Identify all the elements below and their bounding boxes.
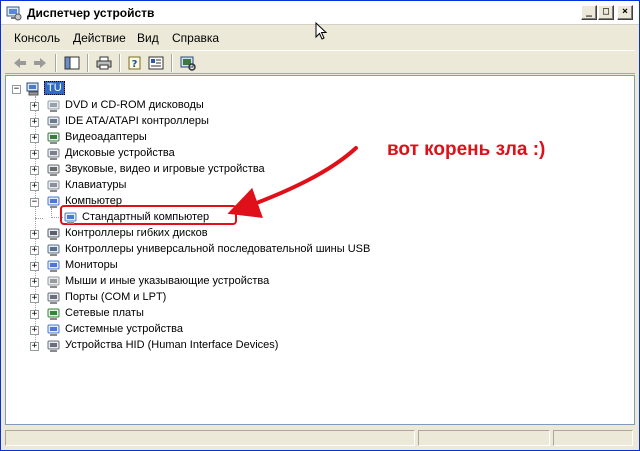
mouse-icon xyxy=(46,274,62,290)
tree-node-label: Порты (COM и LPT) xyxy=(65,291,167,303)
toolbar-separator xyxy=(55,54,57,72)
show-hide-tree-icon[interactable] xyxy=(63,55,81,71)
usb-icon xyxy=(46,242,62,258)
toolbar-separator xyxy=(119,54,121,72)
status-bar xyxy=(5,428,635,448)
tree-child-node[interactable]: Стандартный компьютер xyxy=(63,210,443,226)
status-cell xyxy=(553,430,633,446)
print-icon[interactable] xyxy=(95,55,113,71)
device-tree-panel[interactable]: − TU + DVD и CD-ROM дисководы + IDE ATA/ATA… xyxy=(5,75,635,425)
computer-icon xyxy=(63,210,79,226)
tree-node-label: Сетевые платы xyxy=(65,307,144,319)
tree-node[interactable]: Мыши и иные указывающие устройства xyxy=(46,274,426,290)
tree-node[interactable]: Видеоадаптеры xyxy=(46,130,426,146)
tree-expander[interactable]: + xyxy=(30,150,39,159)
device-manager-icon xyxy=(6,5,22,21)
mouse-cursor-icon xyxy=(315,22,328,40)
tree-node[interactable]: Мониторы xyxy=(46,258,426,274)
annotation-text: вот корень зла :) xyxy=(387,139,546,160)
device-manager-window: Диспетчер устройств _ □ × Консоль Действ… xyxy=(0,0,640,451)
menu-view[interactable]: Вид xyxy=(137,31,159,45)
tree-node[interactable]: Устройства HID (Human Interface Devices) xyxy=(46,338,426,354)
cdrom-icon xyxy=(46,98,62,114)
port-icon xyxy=(46,290,62,306)
tree-expander[interactable]: + xyxy=(30,294,39,303)
tree-connector xyxy=(35,218,43,219)
status-cell xyxy=(418,430,550,446)
forward-icon[interactable] xyxy=(31,55,49,71)
properties-icon[interactable] xyxy=(147,55,165,71)
tree-root-label: TU xyxy=(44,81,65,95)
monitor-icon xyxy=(46,258,62,274)
tree-node[interactable]: Контроллеры универсальной последовательн… xyxy=(46,242,426,258)
hid-icon xyxy=(46,338,62,354)
tree-node[interactable]: IDE ATA/ATAPI контроллеры xyxy=(46,114,426,130)
tree-node[interactable]: Контроллеры гибких дисков xyxy=(46,226,426,242)
tree-node-label: Системные устройства xyxy=(65,323,184,335)
computer-icon xyxy=(46,194,62,210)
tree-node[interactable]: Системные устройства xyxy=(46,322,426,338)
tree-node-label: Дисковые устройства xyxy=(65,147,175,159)
tree-expander[interactable]: + xyxy=(30,166,39,175)
sound-icon xyxy=(46,162,62,178)
display-adapter-icon xyxy=(46,130,62,146)
tree-node-label: Контроллеры универсальной последовательн… xyxy=(65,243,371,255)
keyboard-icon xyxy=(46,178,62,194)
tree-expander[interactable]: + xyxy=(30,102,39,111)
tree-node[interactable]: DVD и CD-ROM дисководы xyxy=(46,98,426,114)
help-properties-icon[interactable]: ? xyxy=(126,55,144,71)
tree-node[interactable]: Звуковые, видео и игровые устройства xyxy=(46,162,426,178)
tree-node-label: Устройства HID (Human Interface Devices) xyxy=(65,339,279,351)
tree-node-label: DVD и CD-ROM дисководы xyxy=(65,99,204,111)
menu-help[interactable]: Справка xyxy=(172,31,219,45)
tree-expander[interactable]: + xyxy=(30,342,39,351)
tree-expander[interactable]: − xyxy=(30,198,39,207)
tree-node[interactable]: Клавиатуры xyxy=(46,178,426,194)
toolbar-separator xyxy=(87,54,89,72)
back-icon[interactable] xyxy=(11,55,29,71)
root-expander[interactable]: − xyxy=(12,85,21,94)
toolbar: ? xyxy=(5,50,635,74)
tree-node-label: Видеоадаптеры xyxy=(65,131,147,143)
system-device-icon xyxy=(46,322,62,338)
tree-node-label: Мыши и иные указывающие устройства xyxy=(65,275,270,287)
menu-action[interactable]: Действие xyxy=(73,31,126,45)
tree-root-node[interactable]: TU xyxy=(26,81,86,97)
tree-node-label: Звуковые, видео и игровые устройства xyxy=(65,163,265,175)
tree-expander[interactable]: + xyxy=(30,230,39,239)
tree-expander[interactable]: + xyxy=(30,326,39,335)
tree-expander[interactable]: + xyxy=(30,118,39,127)
tree-node-label: Компьютер xyxy=(65,195,122,207)
scan-hardware-icon[interactable] xyxy=(179,55,197,71)
tree-node[interactable]: Дисковые устройства xyxy=(46,146,426,162)
close-button[interactable]: × xyxy=(617,5,633,20)
tree-expander[interactable]: + xyxy=(30,310,39,319)
tree-expander[interactable]: + xyxy=(30,278,39,287)
tree-node[interactable]: Сетевые платы xyxy=(46,306,426,322)
maximize-button[interactable]: □ xyxy=(598,5,614,20)
computer-icon xyxy=(26,81,42,97)
status-cell xyxy=(5,430,415,446)
tree-node[interactable]: Порты (COM и LPT) xyxy=(46,290,426,306)
window-title: Диспетчер устройств xyxy=(27,6,155,20)
tree-node-label: Клавиатуры xyxy=(65,179,127,191)
tree-expander[interactable]: + xyxy=(30,134,39,143)
ide-controller-icon xyxy=(46,114,62,130)
tree-node-label: Мониторы xyxy=(65,259,118,271)
floppy-controller-icon xyxy=(46,226,62,242)
tree-node-label: Контроллеры гибких дисков xyxy=(65,227,208,239)
tree-node-label: IDE ATA/ATAPI контроллеры xyxy=(65,115,209,127)
network-card-icon xyxy=(46,306,62,322)
tree-node[interactable]: Компьютер xyxy=(46,194,426,210)
tree-expander[interactable]: + xyxy=(30,182,39,191)
menu-console[interactable]: Консоль xyxy=(14,31,60,45)
disk-drive-icon xyxy=(46,146,62,162)
tree-node-label: Стандартный компьютер xyxy=(82,211,210,223)
toolbar-separator xyxy=(171,54,173,72)
minimize-button[interactable]: _ xyxy=(581,5,597,20)
tree-expander[interactable]: + xyxy=(30,262,39,271)
tree-expander[interactable]: + xyxy=(30,246,39,255)
svg-text:?: ? xyxy=(132,59,138,70)
